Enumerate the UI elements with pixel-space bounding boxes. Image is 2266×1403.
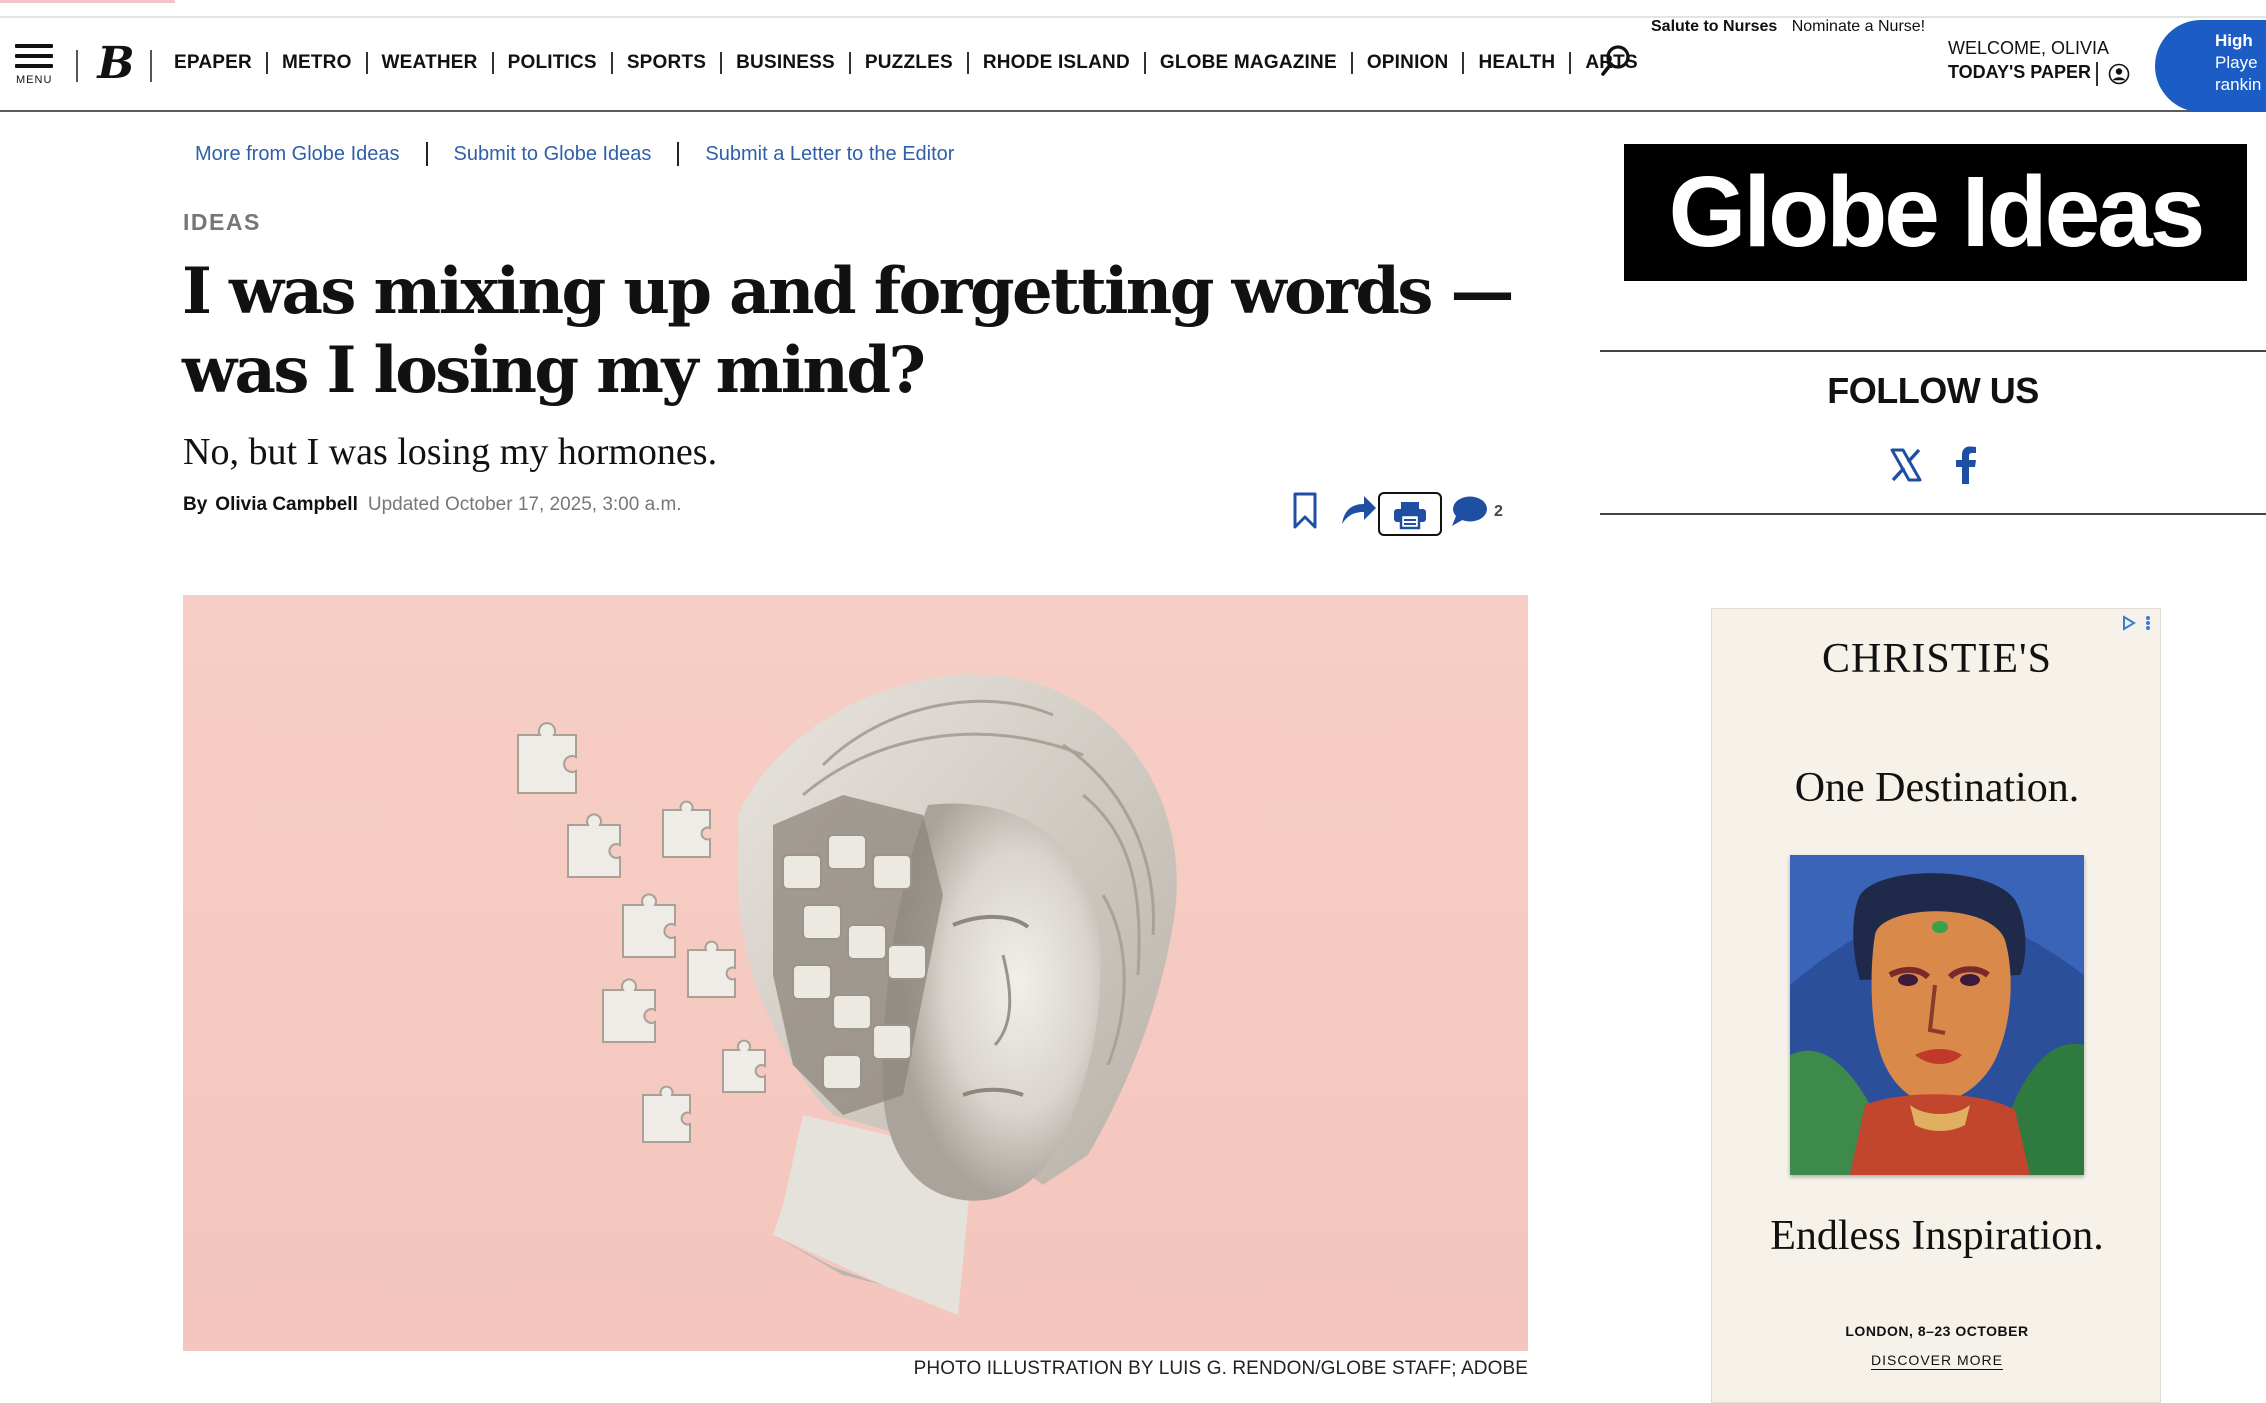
byline: By Olivia Campbell Updated October 17, 2… xyxy=(183,494,682,516)
portrait-painting xyxy=(1790,855,2084,1175)
promo-pill-line1: High xyxy=(2215,31,2253,50)
welcome-text: WELCOME, OLIVIA xyxy=(1948,38,2110,58)
nav-item-weather[interactable]: WEATHER xyxy=(368,52,494,74)
submit-to-globe-ideas-link[interactable]: Submit to Globe Ideas xyxy=(454,143,652,166)
nav-item-opinion[interactable]: OPINION xyxy=(1353,52,1465,74)
promo-bar: Salute to Nurses Nominate a Nurse! xyxy=(1651,18,1925,36)
sublink-divider xyxy=(677,142,680,166)
globe-logo[interactable]: B xyxy=(96,40,136,88)
ad-brand: CHRISTIE'S xyxy=(1822,636,2052,682)
facebook-icon[interactable] xyxy=(1955,446,1977,484)
x-icon[interactable] xyxy=(1890,448,1922,482)
share-icon[interactable] xyxy=(1340,492,1378,528)
nav-item-globe-magazine[interactable]: GLOBE MAGAZINE xyxy=(1146,52,1353,74)
promo-pill-line3: rankin xyxy=(2215,75,2262,94)
article-headline: I was mixing up and forgetting words — w… xyxy=(182,254,1515,408)
header-divider xyxy=(76,50,78,82)
byline-prefix: By xyxy=(183,494,208,515)
todays-paper-link[interactable]: TODAY'S PAPER xyxy=(1948,62,2091,83)
menu-button[interactable]: MENU xyxy=(14,44,56,88)
nav-item-politics[interactable]: POLITICS xyxy=(494,52,613,74)
adchoices-icon[interactable] xyxy=(2110,613,2156,633)
sublink-divider xyxy=(425,142,428,166)
updated-timestamp: Updated October 17, 2025, 3:00 a.m. xyxy=(367,494,682,515)
print-button[interactable] xyxy=(1378,492,1442,536)
globe-ideas-banner[interactable]: Globe Ideas xyxy=(1624,144,2247,281)
promo-pill-line2: Playe xyxy=(2215,53,2258,72)
nominate-nurse-link[interactable]: Nominate a Nurse! xyxy=(1792,18,1925,35)
print-icon xyxy=(1394,502,1426,530)
author-link[interactable]: Olivia Campbell xyxy=(215,494,358,516)
more-from-globe-ideas-link[interactable]: More from Globe Ideas xyxy=(195,143,400,166)
ad-tagline-2: Endless Inspiration. xyxy=(1770,1213,2104,1259)
nav-item-metro[interactable]: METRO xyxy=(268,52,368,74)
account-divider xyxy=(2096,62,2098,86)
submit-letter-link[interactable]: Submit a Letter to the Editor xyxy=(705,143,954,166)
section-kicker[interactable]: IDEAS xyxy=(183,209,261,236)
menu-icon-bar xyxy=(15,64,53,68)
sidebar-divider xyxy=(1600,350,2266,352)
hero-image xyxy=(183,595,1528,1351)
nav-item-sports[interactable]: SPORTS xyxy=(613,52,723,74)
main-nav: EPAPER METRO WEATHER POLITICS SPORTS BUS… xyxy=(154,48,1652,78)
discover-more-link[interactable]: DISCOVER MORE xyxy=(1870,1352,2003,1370)
photo-caption: PHOTO ILLUSTRATION BY LUIS G. RENDON/GLO… xyxy=(913,1358,1528,1379)
search-icon[interactable] xyxy=(1600,44,1632,78)
menu-label: MENU xyxy=(16,74,53,86)
ad-cta: DISCOVER MORE xyxy=(1712,1352,2160,1370)
bookmark-icon[interactable] xyxy=(1293,492,1317,530)
nav-item-rhode-island[interactable]: RHODE ISLAND xyxy=(969,52,1146,74)
article-subhead: No, but I was losing my hormones. xyxy=(183,431,718,473)
follow-us-heading: FOLLOW US xyxy=(1827,370,2039,411)
ad-tagline-1: One Destination. xyxy=(1794,765,2080,811)
nav-item-puzzles[interactable]: PUZZLES xyxy=(851,52,969,74)
salute-to-nurses-link[interactable]: Salute to Nurses xyxy=(1651,18,1777,35)
menu-icon xyxy=(15,44,53,48)
nav-item-epaper[interactable]: EPAPER xyxy=(154,52,268,74)
sidebar-divider xyxy=(1600,513,2266,515)
christies-ad[interactable]: CHRISTIE'S One Destination. Endless Insp… xyxy=(1711,608,2161,1403)
account-icon[interactable] xyxy=(2108,63,2130,85)
ad-dates: LONDON, 8–23 OCTOBER xyxy=(1845,1323,2029,1339)
site-header: MENU B EPAPER METRO WEATHER POLITICS SPO… xyxy=(0,18,2266,112)
promo-pill-button[interactable]: High Playe rankin xyxy=(2155,20,2266,112)
header-divider xyxy=(150,50,152,82)
ideas-sublinks: More from Globe Ideas Submit to Globe Id… xyxy=(195,142,954,166)
nav-item-business[interactable]: BUSINESS xyxy=(722,52,851,74)
ad-painting-image xyxy=(1790,855,2084,1175)
menu-icon-bar xyxy=(15,54,53,58)
nav-item-health[interactable]: HEALTH xyxy=(1464,52,1572,74)
statue-puzzle-illustration xyxy=(517,674,1177,1315)
comment-count[interactable]: 2 xyxy=(1494,503,1503,521)
top-accent-strip xyxy=(0,0,175,3)
comment-icon[interactable] xyxy=(1450,494,1488,528)
